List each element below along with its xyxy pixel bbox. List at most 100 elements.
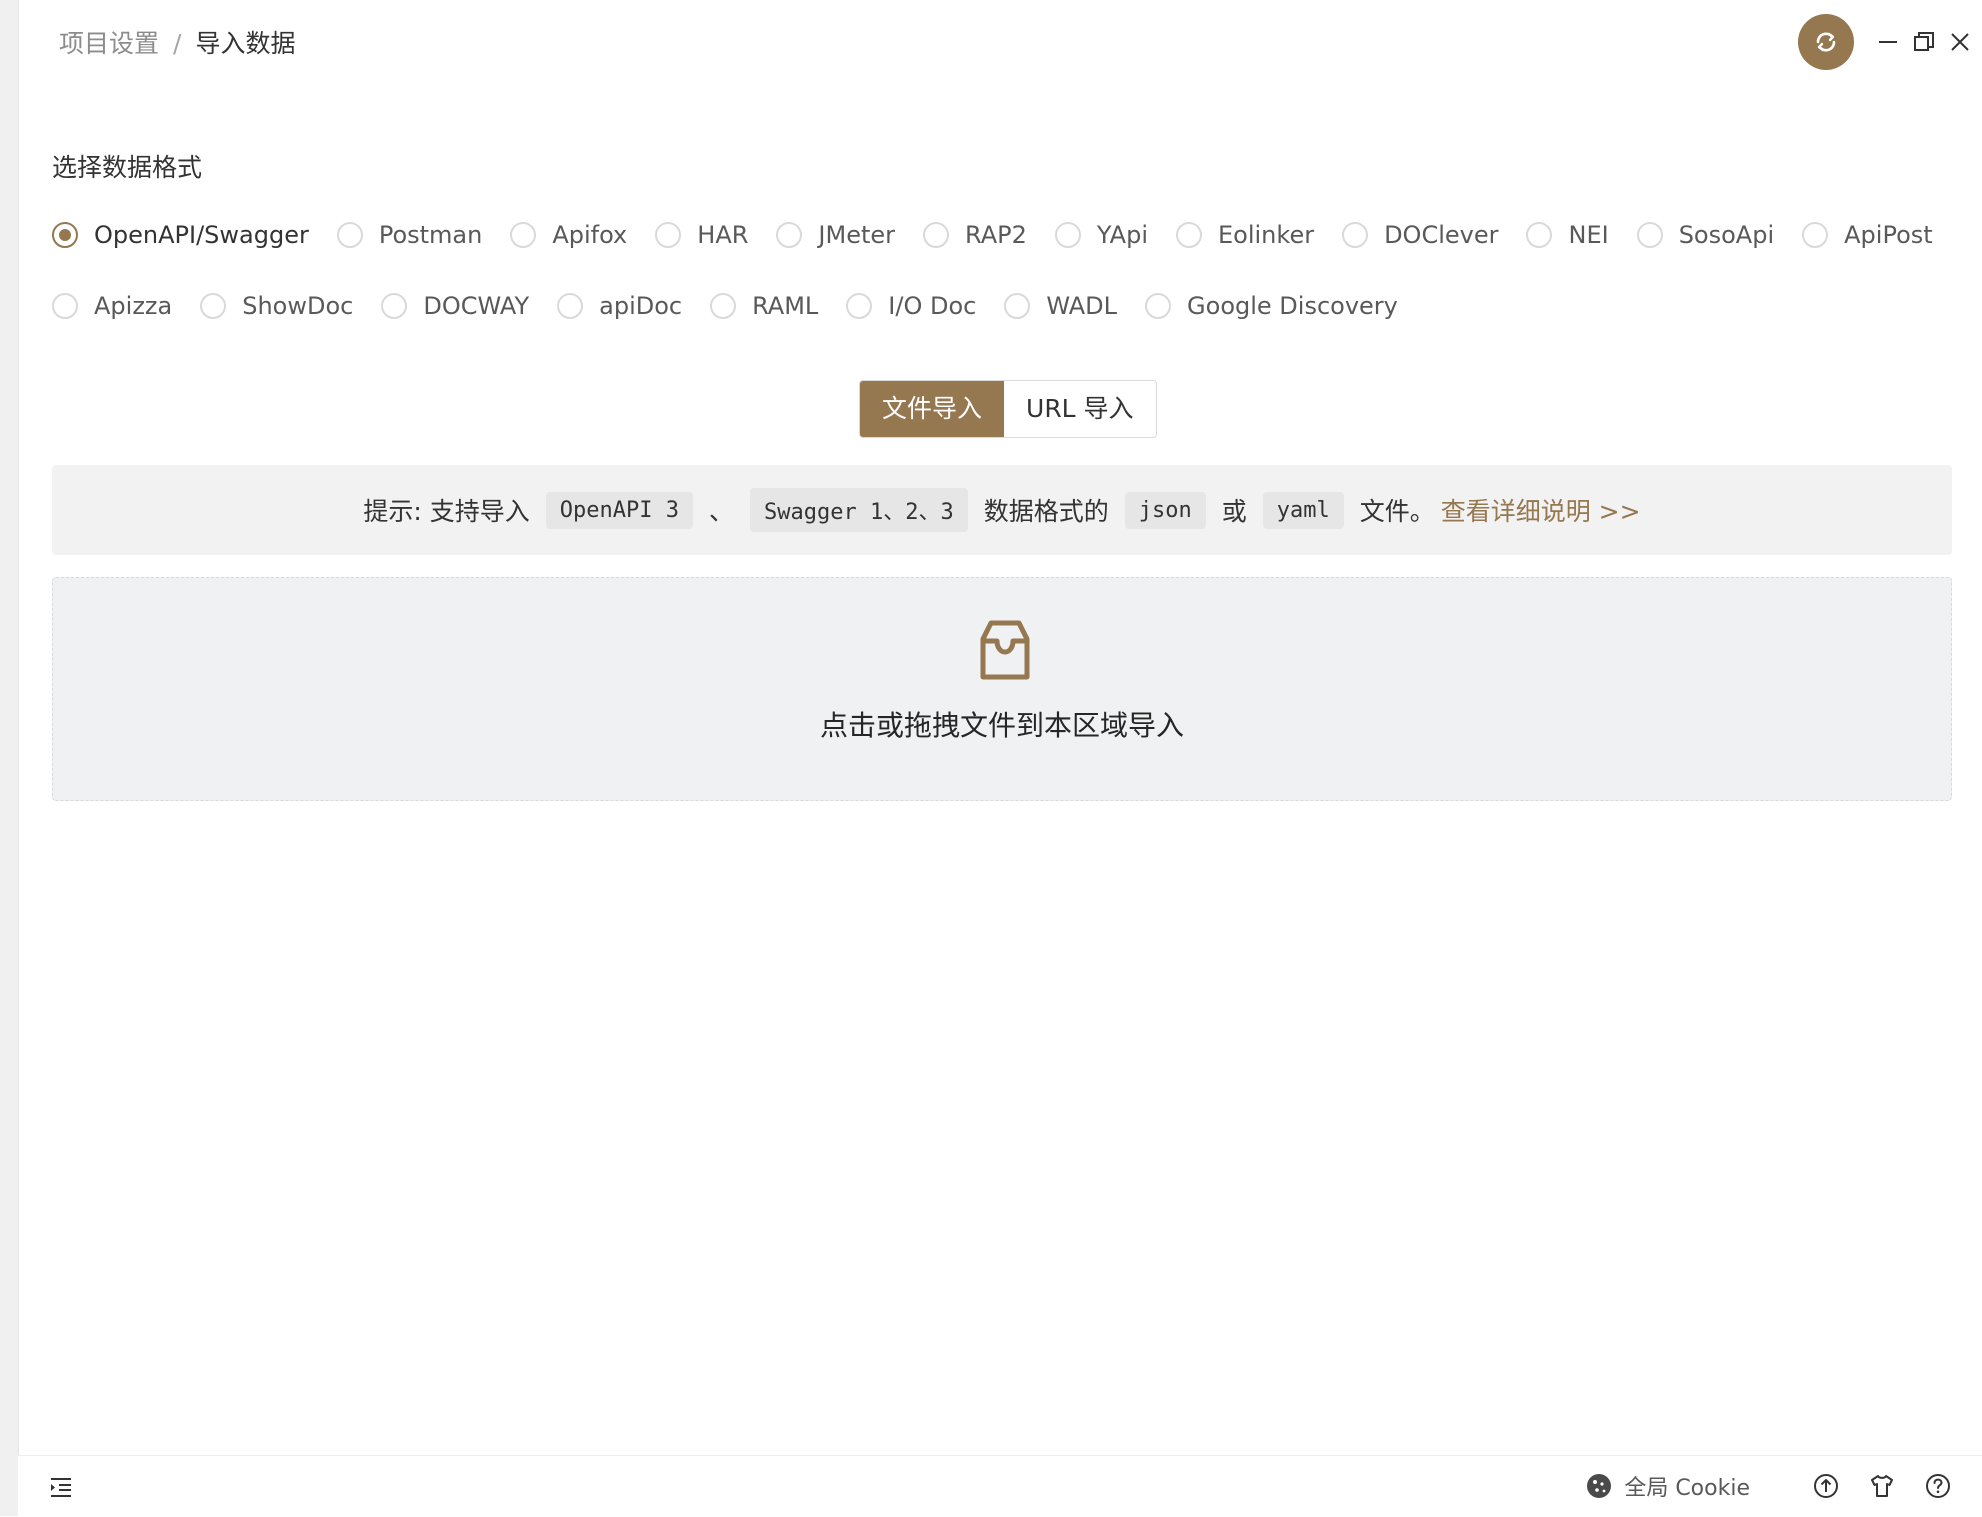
- header: 项目设置 / 导入数据: [18, 0, 1982, 86]
- radio-label: OpenAPI/Swagger: [94, 221, 309, 249]
- sync-icon: [1816, 32, 1836, 52]
- tip-suffix: 文件。: [1359, 497, 1435, 526]
- format-section-title: 选择数据格式: [52, 153, 203, 182]
- minimize-icon: [1879, 41, 1897, 43]
- format-radio-yapi[interactable]: YApi: [1054, 218, 1148, 252]
- format-radio-eolinker[interactable]: Eolinker: [1176, 218, 1314, 252]
- radio-label: Eolinker: [1218, 221, 1315, 249]
- tip-code-swagger: Swagger 1、2、3: [750, 488, 968, 532]
- radio-label: DOCWAY: [423, 292, 530, 320]
- radio-circle[interactable]: [336, 222, 363, 248]
- radio-circle[interactable]: [200, 293, 227, 319]
- footer: 全局 Cookie: [18, 1455, 1982, 1517]
- radio-circle[interactable]: [1054, 222, 1081, 248]
- global-cookie-button[interactable]: 全局 Cookie: [1586, 1470, 1750, 1502]
- tab-url-import[interactable]: URL 导入: [1004, 381, 1156, 437]
- format-radio-rap2[interactable]: RAP2: [923, 218, 1027, 252]
- radio-label: apiDoc: [599, 292, 683, 320]
- upload-icon[interactable]: [1812, 1472, 1840, 1500]
- format-radio-showdoc[interactable]: ShowDoc: [200, 289, 353, 323]
- format-radio-apizza[interactable]: Apizza: [52, 289, 172, 323]
- radio-circle[interactable]: [1342, 222, 1369, 248]
- radio-circle[interactable]: [710, 293, 737, 319]
- radio-label: WADL: [1046, 292, 1118, 320]
- radio-label: Apizza: [94, 292, 173, 320]
- radio-circle[interactable]: [1636, 222, 1663, 248]
- format-radio-docway[interactable]: DOCWAY: [381, 289, 529, 323]
- radio-circle[interactable]: [381, 293, 408, 319]
- format-radio-wadl[interactable]: WADL: [1004, 289, 1117, 323]
- radio-circle[interactable]: [1526, 222, 1553, 248]
- close-button[interactable]: [1942, 24, 1978, 60]
- radio-circle[interactable]: [1802, 222, 1829, 248]
- radio-circle[interactable]: [1004, 293, 1031, 319]
- radio-label: Google Discovery: [1187, 292, 1398, 320]
- view-details-link[interactable]: 查看详细说明 >>: [1441, 492, 1641, 528]
- tip-or: 或: [1221, 497, 1247, 526]
- radio-label: Postman: [378, 221, 483, 249]
- radio-label: DOClever: [1384, 221, 1499, 249]
- format-radio-postman[interactable]: Postman: [336, 218, 483, 252]
- radio-label: HAR: [697, 221, 749, 249]
- radio-label: RAP2: [965, 221, 1027, 249]
- radio-circle[interactable]: [655, 222, 682, 248]
- format-radio-raml[interactable]: RAML: [710, 289, 818, 323]
- radio-circle[interactable]: [923, 222, 949, 248]
- format-radio-google-discovery[interactable]: Google Discovery: [1145, 289, 1398, 323]
- cookie-icon: [1587, 1474, 1612, 1498]
- format-radio-row-2: Apizza ShowDoc DOCWAY apiDoc RAML I/O Doc WADL…: [52, 289, 1426, 323]
- radio-circle[interactable]: [1176, 222, 1202, 248]
- tip-code-openapi: OpenAPI 3: [545, 491, 693, 529]
- format-radio-i-o-doc[interactable]: I/O Doc: [846, 289, 976, 323]
- radio-circle[interactable]: [510, 222, 537, 248]
- format-radio-apifox[interactable]: Apifox: [510, 218, 627, 252]
- shirt-icon[interactable]: [1868, 1472, 1896, 1500]
- sync-button[interactable]: [1798, 14, 1854, 70]
- breadcrumb-project-settings[interactable]: 项目设置: [59, 29, 159, 58]
- radio-circle[interactable]: [557, 293, 584, 319]
- format-radio-row-1: OpenAPI/Swagger Postman Apifox HAR JMeter RAP…: [52, 218, 1961, 252]
- format-radio-openapi-swagger[interactable]: OpenAPI/Swagger: [52, 218, 309, 252]
- help-icon[interactable]: [1924, 1472, 1952, 1500]
- format-radio-jmeter[interactable]: JMeter: [776, 218, 895, 252]
- radio-label: NEI: [1568, 221, 1609, 249]
- footer-actions: 全局 Cookie: [1586, 1466, 1952, 1506]
- global-cookie-label: 全局 Cookie: [1624, 1476, 1750, 1501]
- radio-circle[interactable]: [52, 293, 78, 319]
- radio-label: RAML: [752, 292, 819, 320]
- radio-label: JMeter: [818, 221, 895, 249]
- import-mode-switch: 文件导入 URL 导入: [859, 380, 1157, 438]
- radio-circle[interactable]: [52, 222, 78, 248]
- radio-label: YApi: [1096, 221, 1148, 249]
- tip-code-json: json: [1124, 491, 1206, 529]
- close-icon: [1951, 33, 1969, 51]
- format-radio-doclever[interactable]: DOClever: [1342, 218, 1498, 252]
- format-radio-har[interactable]: HAR: [655, 218, 748, 252]
- radio-label: I/O Doc: [888, 292, 977, 320]
- radio-label: ShowDoc: [242, 292, 354, 320]
- format-radio-sosoapi[interactable]: SosoApi: [1636, 218, 1775, 252]
- format-radio-apipost[interactable]: ApiPost: [1802, 218, 1933, 252]
- format-radio-nei[interactable]: NEI: [1526, 218, 1609, 252]
- tip-separator: 、: [709, 497, 735, 526]
- minimize-button[interactable]: [1870, 24, 1906, 60]
- inbox-icon: [980, 620, 1030, 680]
- radio-circle[interactable]: [776, 222, 803, 248]
- restore-icon: [1914, 32, 1934, 51]
- restore-button[interactable]: [1906, 24, 1942, 60]
- tip-prefix: 提示: 支持导入: [363, 497, 530, 526]
- file-dropzone[interactable]: 点击或拖拽文件到本区域导入: [52, 577, 1952, 801]
- radio-label: ApiPost: [1844, 221, 1933, 249]
- breadcrumb-separator: /: [173, 29, 182, 58]
- tab-file-import[interactable]: 文件导入: [860, 381, 1005, 437]
- tip-bar: 提示: 支持导入 OpenAPI 3 、 Swagger 1、2、3 数据格式的…: [52, 465, 1952, 555]
- left-edge: [0, 0, 19, 1516]
- breadcrumb-current: 导入数据: [195, 29, 296, 58]
- radio-label: SosoApi: [1678, 221, 1775, 249]
- collapse-menu-icon[interactable]: [48, 1474, 74, 1500]
- breadcrumb: 项目设置 / 导入数据: [59, 26, 295, 62]
- format-radio-apidoc[interactable]: apiDoc: [557, 289, 682, 323]
- radio-circle[interactable]: [1145, 293, 1172, 319]
- radio-circle[interactable]: [846, 293, 873, 319]
- dropzone-text: 点击或拖拽文件到本区域导入: [819, 709, 1184, 742]
